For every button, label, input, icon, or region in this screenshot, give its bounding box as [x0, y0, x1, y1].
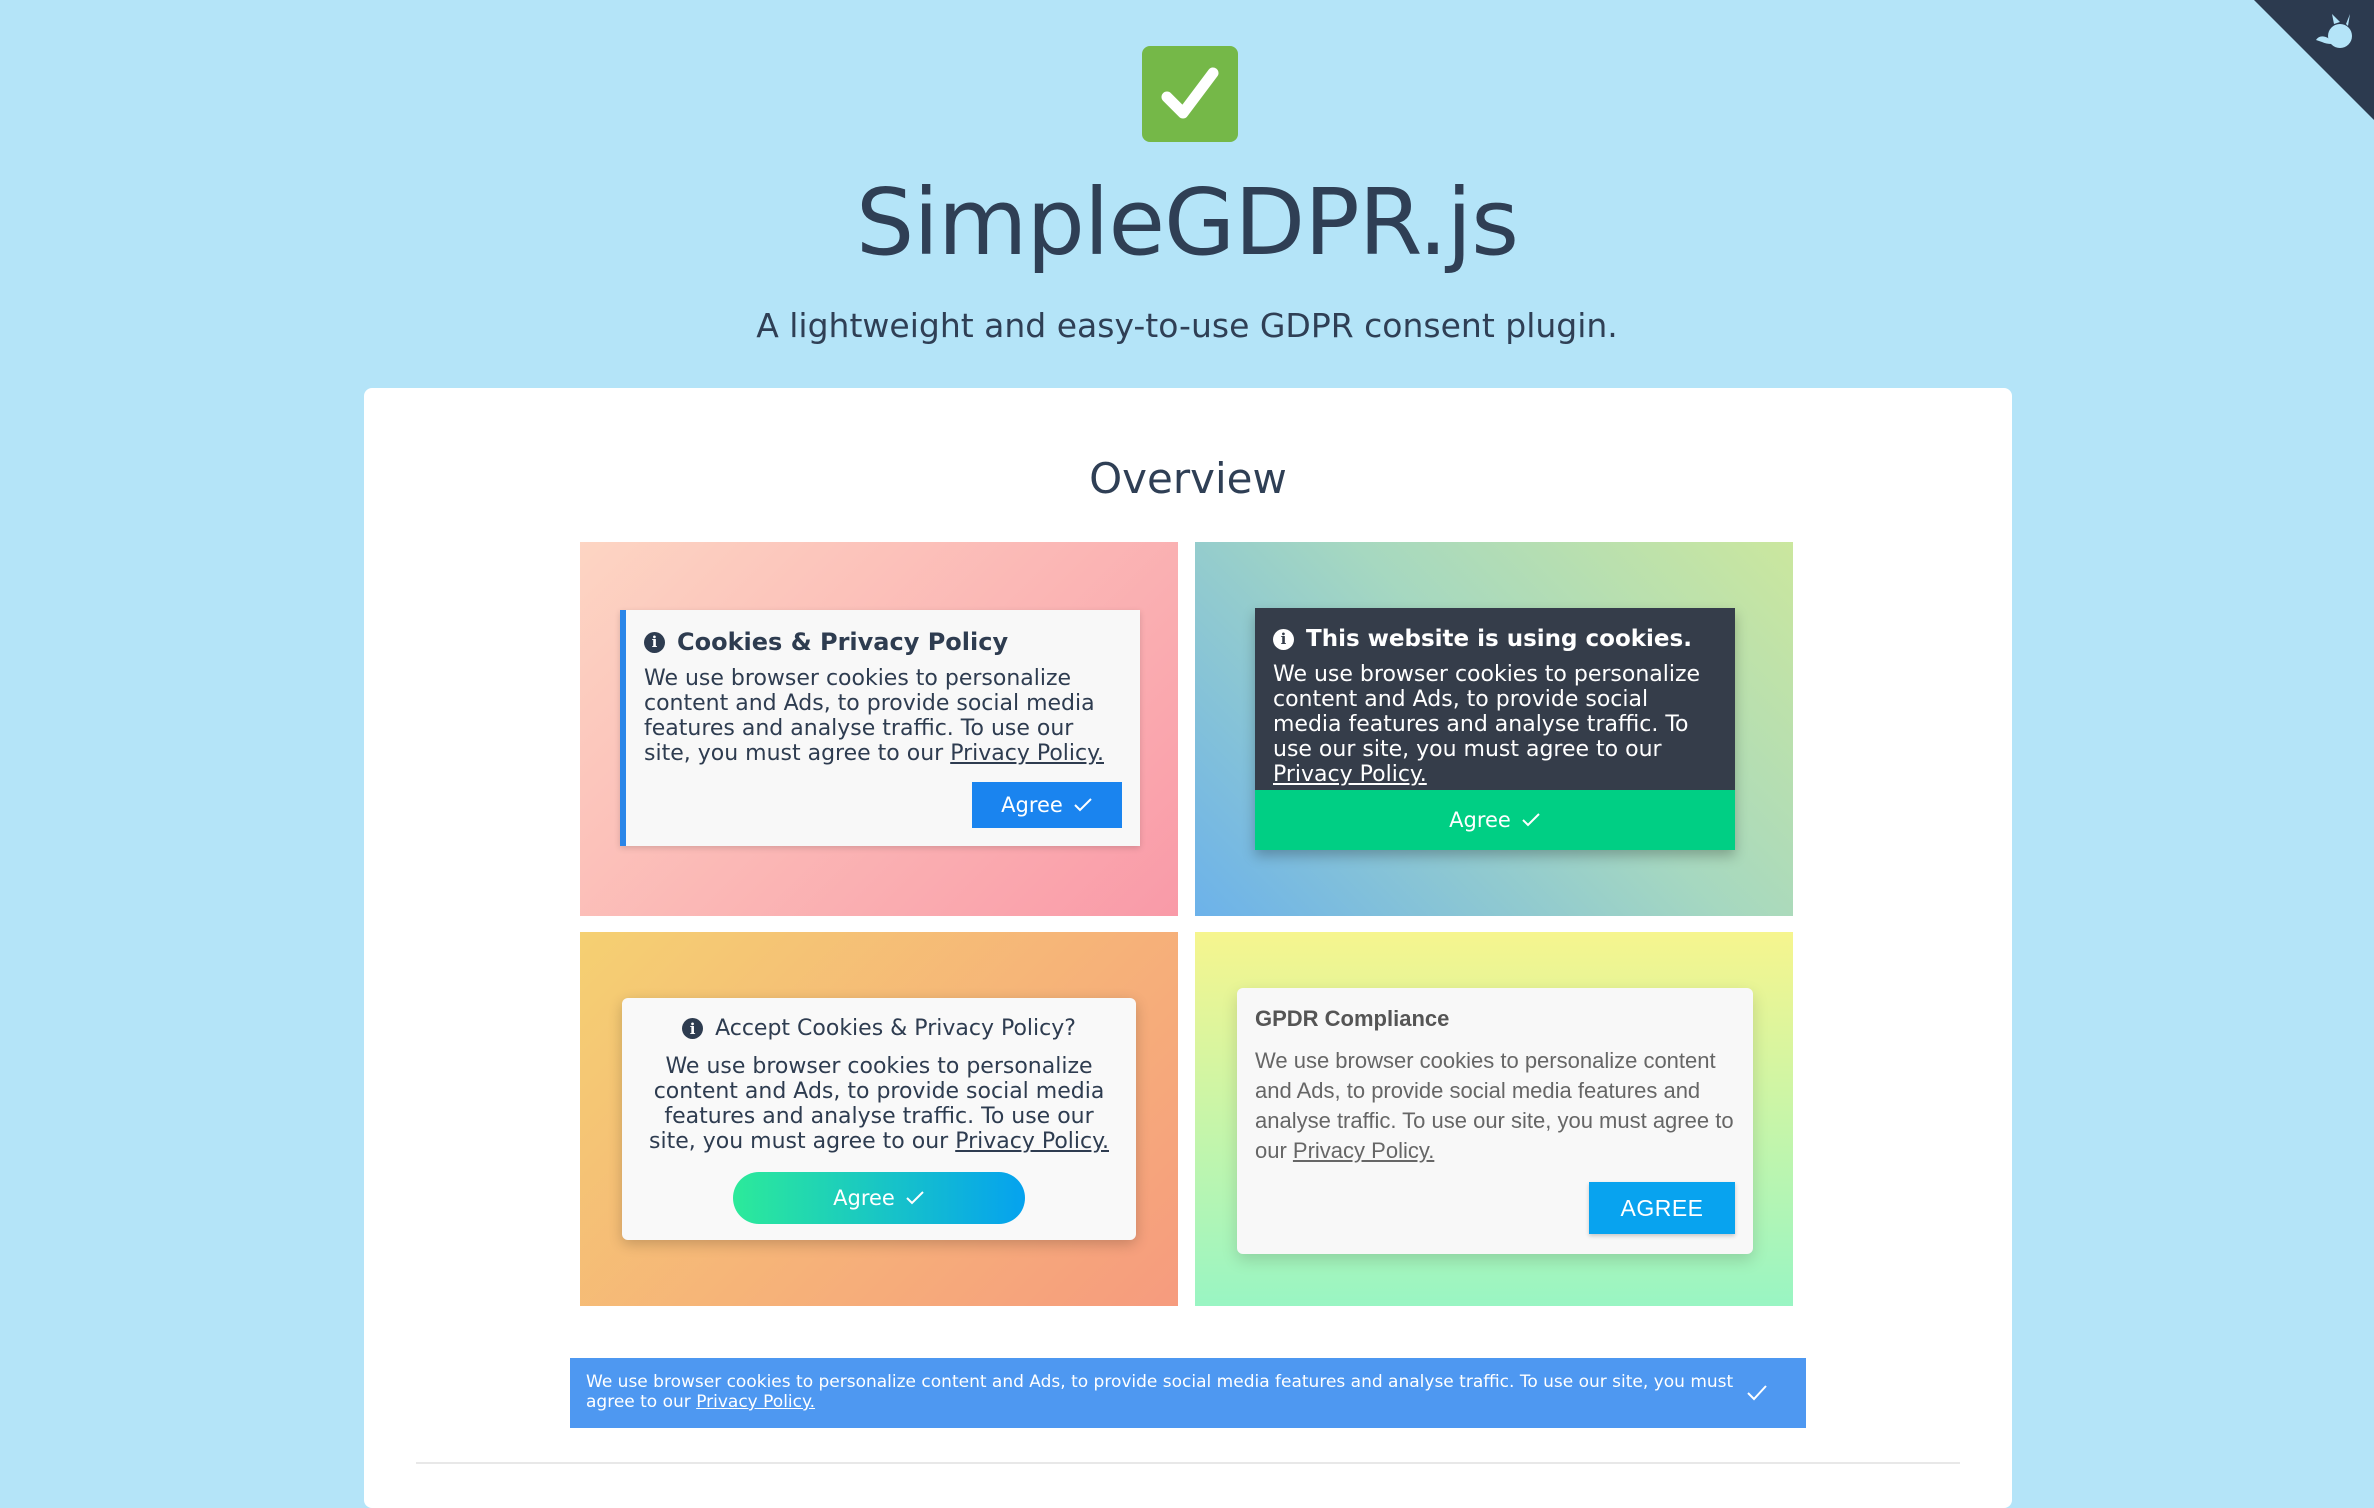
- agree-button[interactable]: Agree: [1255, 790, 1735, 850]
- check-icon[interactable]: [1744, 1380, 1770, 1406]
- demo-tile-4: GPDR Compliance We use browser cookies t…: [1195, 932, 1793, 1306]
- card-body: We use browser cookies to personalize co…: [1255, 1048, 1734, 1163]
- consent-card-2: i This website is using cookies. We use …: [1255, 608, 1735, 850]
- demo-tile-2: i This website is using cookies. We use …: [1195, 542, 1793, 916]
- consent-card-3: i Accept Cookies & Privacy Policy? We us…: [622, 998, 1136, 1240]
- github-corner-link[interactable]: [2254, 0, 2374, 120]
- consent-bar: We use browser cookies to personalize co…: [570, 1358, 1806, 1428]
- privacy-policy-link[interactable]: Privacy Policy.: [696, 1392, 815, 1412]
- card-header: i Accept Cookies & Privacy Policy?: [622, 1016, 1136, 1041]
- card-title: This website is using cookies.: [1306, 626, 1692, 652]
- check-icon: [906, 1191, 924, 1205]
- info-icon: i: [644, 631, 665, 653]
- card-body: We use browser cookies to personalize co…: [1273, 662, 1701, 787]
- bar-text: We use browser cookies to personalize co…: [586, 1372, 1734, 1412]
- privacy-policy-link[interactable]: Privacy Policy.: [1293, 1138, 1434, 1163]
- privacy-policy-link[interactable]: Privacy Policy.: [950, 741, 1104, 766]
- agree-button[interactable]: Agree: [733, 1172, 1025, 1224]
- card-title: GPDR Compliance: [1255, 1006, 1450, 1031]
- info-icon: i: [1273, 628, 1294, 650]
- card-header: i This website is using cookies.: [1273, 626, 1692, 652]
- agree-button[interactable]: Agree: [972, 782, 1122, 828]
- info-icon: i: [682, 1018, 704, 1039]
- privacy-policy-link[interactable]: Privacy Policy.: [1273, 762, 1427, 787]
- card-title: Cookies & Privacy Policy: [677, 628, 1009, 656]
- card-body: We use browser cookies to personalize co…: [644, 666, 1104, 766]
- agree-button[interactable]: AGREE: [1589, 1182, 1735, 1234]
- card-body: We use browser cookies to personalize co…: [649, 1054, 1109, 1154]
- main-panel: Overview i Cookies & Privacy Policy We u…: [364, 388, 2012, 1508]
- card-header: i Cookies & Privacy Policy: [644, 628, 1008, 656]
- check-icon: [1522, 813, 1540, 827]
- privacy-policy-link[interactable]: Privacy Policy.: [955, 1129, 1109, 1154]
- consent-card-4: GPDR Compliance We use browser cookies t…: [1237, 988, 1753, 1254]
- divider: [416, 1462, 1960, 1464]
- check-mark-icon: [1142, 46, 1238, 142]
- card-title: Accept Cookies & Privacy Policy?: [715, 1016, 1076, 1041]
- page-subtitle: A lightweight and easy-to-use GDPR conse…: [756, 306, 1618, 345]
- section-title: Overview: [1089, 454, 1287, 503]
- page-title: SimpleGDPR.js: [855, 169, 1519, 276]
- consent-card-1: i Cookies & Privacy Policy We use browse…: [620, 610, 1140, 846]
- check-icon: [1074, 798, 1092, 812]
- demo-tile-3: i Accept Cookies & Privacy Policy? We us…: [580, 932, 1178, 1306]
- demo-tile-1: i Cookies & Privacy Policy We use browse…: [580, 542, 1178, 916]
